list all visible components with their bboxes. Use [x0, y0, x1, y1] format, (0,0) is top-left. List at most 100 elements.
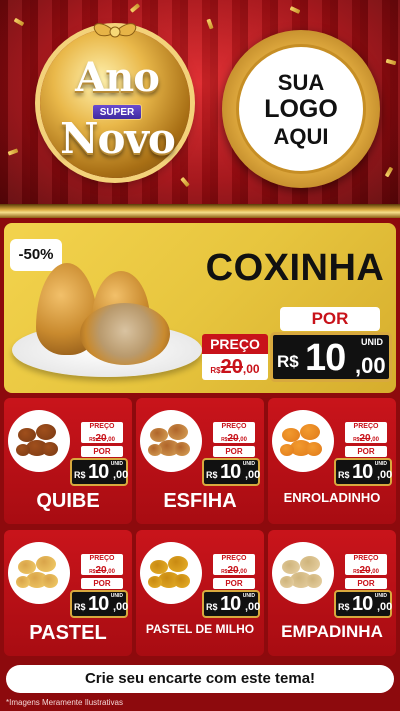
preco-label: PREÇO — [81, 554, 123, 563]
cta-button[interactable]: Crie seu encarte com este tema! — [6, 665, 394, 693]
discount-badge: -50% — [10, 239, 62, 271]
old-price: R$20,00 — [81, 431, 123, 444]
price-unit: UNID — [242, 593, 255, 599]
old-price-cents: ,00 — [106, 569, 115, 575]
price-cents: ,00 — [355, 353, 386, 378]
price-currency: R$ — [277, 352, 299, 371]
food-piece — [36, 556, 56, 572]
logo-text-line: LOGO — [264, 94, 338, 123]
food-piece — [306, 574, 322, 588]
price-unit: UNID — [374, 461, 387, 467]
price-integer: 10 — [88, 461, 109, 483]
food-piece — [16, 444, 30, 456]
food-piece — [168, 556, 188, 572]
old-price-integer: 20 — [220, 356, 243, 378]
product-name: PASTEL DE MILHO — [145, 622, 255, 636]
food-piece — [280, 576, 294, 588]
product-name: PASTEL — [29, 622, 107, 644]
food-piece — [280, 444, 294, 456]
price-unit: UNID — [110, 461, 123, 467]
gift-bow-icon — [93, 23, 137, 38]
ano-novo-seal: Ano SUPER Novo — [20, 18, 210, 188]
gold-divider-band — [0, 204, 400, 218]
por-label: POR — [345, 446, 387, 457]
product-name: QUIBE — [36, 490, 100, 512]
current-price-tag: UNID R$ 10 ,00 — [70, 590, 128, 618]
price-unit: UNID — [374, 593, 387, 599]
food-piece — [42, 574, 58, 588]
por-label: POR — [280, 307, 380, 331]
price-unit: UNID — [242, 461, 255, 467]
old-price-integer: 20 — [95, 433, 107, 444]
product-card[interactable]: PREÇO R$20,00 POR UNID R$ 10 ,00 PASTEL — [4, 530, 132, 656]
old-price-cents: ,00 — [370, 569, 379, 575]
current-price-tag: UNID R$ 10 ,00 — [70, 458, 128, 486]
old-price-integer: 20 — [359, 433, 371, 444]
food-piece — [174, 574, 190, 588]
product-name: ENROLADINHO — [283, 490, 381, 505]
featured-product-card[interactable]: -50% COXINHA POR PREÇO R$20,00 UNID R$ 1… — [4, 223, 396, 393]
por-label: POR — [81, 446, 123, 457]
old-price-cents: ,00 — [238, 437, 247, 443]
preco-label: PREÇO — [81, 422, 123, 431]
price-currency: R$ — [74, 602, 86, 612]
price-cents: ,00 — [113, 469, 129, 481]
logo-text-line: AQUI — [273, 123, 329, 149]
product-image — [272, 542, 334, 604]
seal-title-ano: Ano — [75, 54, 160, 101]
preco-label: PREÇO — [213, 422, 255, 431]
old-price: R$20,00 — [81, 563, 123, 576]
product-name: ESFIHA — [163, 490, 237, 512]
old-price-cents: ,00 — [370, 437, 379, 443]
food-piece — [306, 442, 322, 456]
preco-label: PREÇO — [345, 422, 387, 431]
price-unit: UNID — [110, 593, 123, 599]
seal-title-novo: Novo — [60, 114, 176, 163]
price-integer: 10 — [220, 593, 241, 615]
price-integer: 10 — [352, 461, 373, 483]
old-price: R$20,00 — [345, 563, 387, 576]
logo-placeholder-inner: SUA LOGO AQUI — [236, 44, 366, 174]
food-piece — [36, 424, 56, 440]
food-piece — [16, 576, 30, 588]
old-price-cents: ,00 — [242, 362, 260, 376]
old-price-currency: R$ — [210, 366, 221, 375]
current-price-tag: UNID R$ 10 ,00 — [202, 590, 260, 618]
product-image — [8, 542, 70, 604]
price-currency: R$ — [338, 602, 350, 612]
old-price: R$20,00 — [213, 431, 255, 444]
preco-label: PREÇO — [213, 554, 255, 563]
price-currency: R$ — [338, 470, 350, 480]
por-label: POR — [81, 578, 123, 589]
product-image — [8, 410, 70, 472]
product-image — [140, 542, 202, 604]
por-label: POR — [213, 578, 255, 589]
product-image — [140, 410, 202, 472]
old-price-integer: 20 — [95, 565, 107, 576]
coxinha-cut-image — [80, 303, 170, 365]
price-cents: ,00 — [245, 469, 261, 481]
food-piece — [168, 424, 188, 440]
price-integer: 10 — [352, 593, 373, 615]
old-price-cents: ,00 — [106, 437, 115, 443]
product-card[interactable]: PREÇO R$20,00 POR UNID R$ 10 ,00 ESFIHA — [136, 398, 264, 524]
price-currency: R$ — [74, 470, 86, 480]
product-card[interactable]: PREÇO R$20,00 POR UNID R$ 10 ,00 QUIBE — [4, 398, 132, 524]
food-piece — [148, 444, 162, 456]
disclaimer-text: *Imagens Meramente Ilustrativas — [6, 698, 123, 707]
price-currency: R$ — [206, 602, 218, 612]
featured-product-name: COXINHA — [205, 247, 385, 289]
product-card[interactable]: PREÇO R$20,00 POR UNID R$ 10 ,00 EMPADIN… — [268, 530, 396, 656]
price-integer: 10 — [305, 337, 346, 379]
price-integer: 10 — [220, 461, 241, 483]
price-cents: ,00 — [245, 601, 261, 613]
product-card[interactable]: PREÇO R$20,00 POR UNID R$ 10 ,00 PASTEL … — [136, 530, 264, 656]
logo-placeholder-badge[interactable]: SUA LOGO AQUI — [222, 30, 380, 188]
price-integer: 10 — [88, 593, 109, 615]
price-unit: UNID — [361, 337, 383, 347]
price-currency: R$ — [206, 470, 218, 480]
current-price-tag: UNID R$ 10 ,00 — [202, 458, 260, 486]
old-price-cents: ,00 — [238, 569, 247, 575]
product-card[interactable]: PREÇO R$20,00 POR UNID R$ 10 ,00 ENROLAD… — [268, 398, 396, 524]
old-price: R$20,00 — [213, 563, 255, 576]
